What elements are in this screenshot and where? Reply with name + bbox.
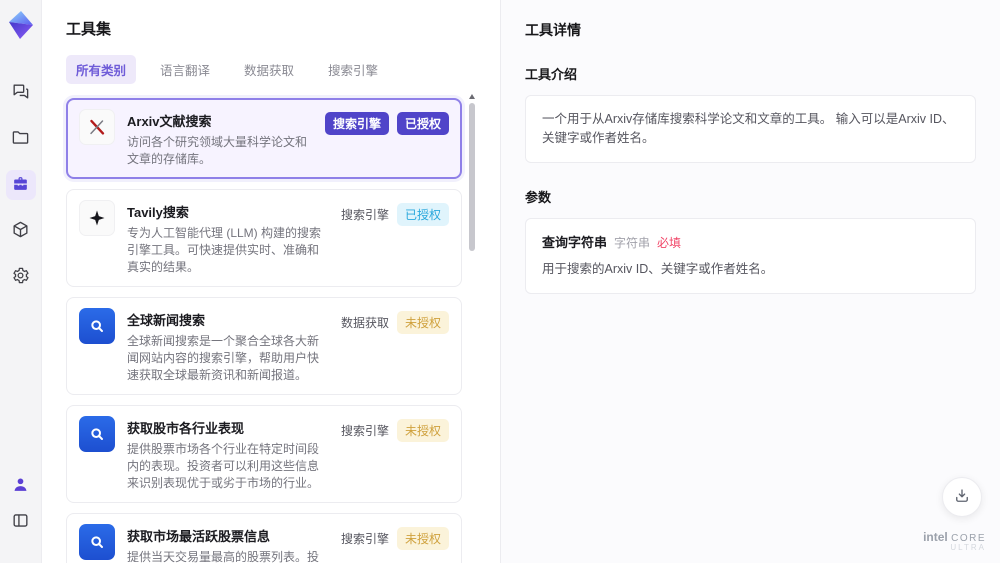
auth-badge: 未授权 [396, 311, 449, 335]
tool-name: 获取市场最活跃股票信息 [127, 529, 271, 545]
tool-description: 提供当天交易量最高的股票列表。投资者可以利用这些信息来识别流动性强的股票和潜在的… [127, 550, 320, 563]
tool-name: 获取股市各行业表现 [127, 421, 245, 437]
scrollbar-thumb[interactable] [469, 103, 475, 251]
tool-description: 访问各个研究领域大量科学论文和文章的存储库。 [127, 135, 308, 167]
tool-detail-pane: 工具详情 工具介绍 一个用于从Arxiv存储库搜索科学论文和文章的工具。 输入可… [500, 0, 1000, 563]
intro-box: 一个用于从Arxiv存储库搜索科学论文和文章的工具。 输入可以是Arxiv ID… [525, 95, 976, 163]
param-name: 查询字符串 [542, 234, 608, 250]
tab-search-engine[interactable]: 搜索引擎 [318, 55, 388, 84]
tool-description: 专为人工智能代理 (LLM) 构建的搜索引擎工具。可快速提供实时、准确和真实的结… [127, 226, 322, 275]
tavily-star-icon [79, 200, 115, 237]
sidebar-item-chat[interactable] [6, 78, 36, 108]
chat-icon [11, 82, 30, 104]
download-button[interactable] [942, 477, 982, 517]
tool-card-most-active-stocks[interactable]: 获取市场最活跃股票信息 提供当天交易量最高的股票列表。投资者可以利用这些信息来识… [66, 513, 462, 563]
cube-icon [11, 220, 30, 242]
intro-heading: 工具介绍 [525, 67, 578, 82]
param-type: 字符串 [614, 235, 651, 250]
category-badge: 搜索引擎 [340, 424, 389, 439]
tab-language-translation[interactable]: 语言翻译 [150, 55, 220, 84]
list-scrollbar[interactable] [468, 94, 476, 563]
tool-card-arxiv[interactable]: Arxiv文献搜索 访问各个研究领域大量科学论文和文章的存储库。 搜索引擎 已授… [66, 98, 462, 180]
download-icon [953, 487, 971, 508]
auth-badge: 未授权 [396, 419, 449, 443]
sidebar-item-account[interactable] [6, 471, 36, 501]
params-heading: 参数 [525, 189, 552, 205]
toolbox-icon [11, 174, 30, 196]
blue-search-icon [79, 416, 115, 453]
sidebar-item-panel-toggle[interactable] [6, 507, 36, 537]
tool-card-sector-performance[interactable]: 获取股市各行业表现 提供股票市场各个行业在特定时间段内的表现。投资者可以利用这些… [66, 405, 462, 504]
tool-card-global-news[interactable]: 全球新闻搜索 全球新闻搜索是一个聚合全球各大新闻网站内容的搜索引擎，帮助用户快速… [66, 297, 462, 396]
tool-name: Tavily搜索 [127, 205, 189, 221]
category-badge: 搜索引擎 [340, 208, 389, 223]
tool-card-tavily[interactable]: Tavily搜索 专为人工智能代理 (LLM) 构建的搜索引擎工具。可快速提供实… [66, 189, 462, 288]
category-badge: 搜索引擎 [340, 532, 389, 547]
arxiv-icon [79, 109, 115, 145]
panel-toggle-icon [11, 511, 30, 533]
app-window: 工具集 所有类别 语言翻译 数据获取 搜索引擎 Arxiv文献搜索 访问各个研究… [0, 0, 1000, 563]
brand-primary: intel [923, 530, 948, 545]
auth-badge: 已授权 [396, 203, 449, 227]
tool-list-pane: 工具集 所有类别 语言翻译 数据获取 搜索引擎 Arxiv文献搜索 访问各个研究… [42, 0, 500, 563]
sidebar-item-tools[interactable] [5, 170, 36, 200]
tab-all-categories[interactable]: 所有类别 [66, 55, 137, 84]
tool-name: 全球新闻搜索 [127, 313, 206, 329]
sidebar [0, 0, 42, 563]
tool-description: 提供股票市场各个行业在特定时间段内的表现。投资者可以利用这些信息来识别表现优于或… [127, 442, 320, 491]
sidebar-item-files[interactable] [6, 124, 36, 154]
user-icon [11, 475, 30, 497]
tab-data-fetch[interactable]: 数据获取 [234, 55, 304, 84]
detail-title: 工具详情 [525, 22, 581, 38]
tool-list: Arxiv文献搜索 访问各个研究领域大量科学论文和文章的存储库。 搜索引擎 已授… [66, 94, 476, 563]
page-title: 工具集 [66, 21, 112, 38]
blue-search-icon [79, 308, 115, 345]
auth-badge: 未授权 [396, 527, 449, 551]
auth-badge: 已授权 [396, 112, 449, 135]
param-box: 查询字符串 字符串 必填 用于搜索的Arxiv ID、关键字或作者姓名。 [525, 217, 976, 294]
folder-icon [11, 128, 30, 150]
scroll-up-arrow-icon[interactable] [469, 94, 475, 99]
category-tabs: 所有类别 语言翻译 数据获取 搜索引擎 [66, 55, 476, 84]
param-description: 用于搜索的Arxiv ID、关键字或作者姓名。 [542, 262, 774, 276]
brand-sub: ULTRA [950, 543, 986, 553]
blue-search-icon [79, 524, 115, 561]
intel-core-logo: intel CORE ULTRA [923, 530, 986, 553]
tool-description: 全球新闻搜索是一个聚合全球各大新闻网站内容的搜索引擎，帮助用户快速获取全球最新资… [127, 334, 320, 383]
sidebar-item-settings[interactable] [6, 262, 36, 292]
param-required-flag: 必填 [657, 235, 682, 250]
app-logo [6, 10, 36, 40]
category-badge: 数据获取 [340, 316, 389, 331]
tool-name: Arxiv文献搜索 [127, 114, 212, 129]
category-badge: 搜索引擎 [324, 112, 389, 135]
settings-icon [11, 266, 30, 288]
sidebar-item-packages[interactable] [6, 216, 36, 246]
